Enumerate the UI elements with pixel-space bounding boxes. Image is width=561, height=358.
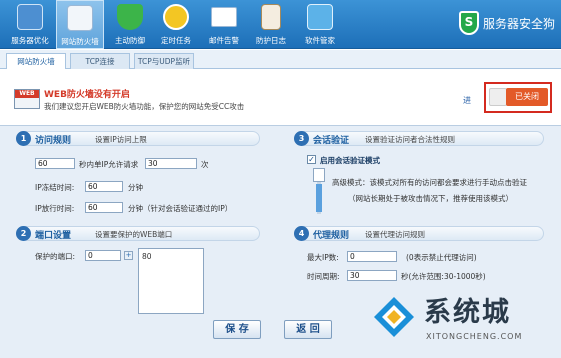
max-ip-label: 最大IP数:: [307, 253, 339, 262]
back-button[interactable]: 返 回: [284, 320, 332, 339]
toolbar-active-defense[interactable]: 主动防御: [106, 0, 154, 49]
mode-slider-level: [316, 184, 322, 212]
toolbar-software-manager[interactable]: 软件管家: [296, 0, 344, 49]
toggle-knob[interactable]: [489, 88, 507, 106]
firewall-toggle-highlight: 已关闭: [484, 82, 552, 113]
website-firewall-icon: [67, 5, 93, 31]
watermark-logo: [374, 297, 414, 337]
protected-port-label: 保护的端口:: [35, 252, 76, 261]
release-time-input[interactable]: [85, 202, 123, 213]
section-port-settings: 2 端口设置 设置要保护的WEB端口: [16, 226, 260, 241]
section-subtitle: 设置代理访问规则: [365, 230, 425, 239]
toolbar-protection-log[interactable]: 防护日志: [247, 0, 295, 49]
add-port-button[interactable]: +: [124, 251, 133, 260]
firewall-toggle-button[interactable]: 已关闭: [506, 88, 548, 106]
protected-port-input[interactable]: [85, 250, 121, 261]
port-list[interactable]: 80: [138, 248, 204, 314]
mail-alert-icon: [211, 7, 237, 27]
section-title: 代理规则: [313, 231, 350, 241]
freeze-time-unit: 分钟: [128, 183, 143, 192]
brand-name: 服务器安全狗: [482, 16, 555, 31]
tab-website-firewall[interactable]: 网站防火墙: [6, 53, 66, 69]
freeze-time-label: IP冻结时间:: [35, 183, 75, 192]
firewall-off-description: 我们建议您开启WEB防火墙功能，保护您的网站免受CC攻击: [44, 102, 245, 111]
max-requests-input[interactable]: [145, 158, 197, 169]
freeze-time-input[interactable]: [85, 181, 123, 192]
web-warning-icon: WEB: [14, 89, 40, 109]
shield-icon: S: [458, 11, 479, 35]
section-title: 端口设置: [35, 231, 72, 241]
sub-tab-bar: 网站防火墙 TCP连接 TCP与UDP监听: [0, 50, 561, 69]
section-subtitle: 设置验证访问者合法性规则: [365, 135, 455, 144]
clock-icon: [163, 4, 189, 30]
max-ip-input[interactable]: [347, 251, 397, 262]
section-title: 会话验证: [313, 136, 350, 146]
port-list-item[interactable]: 80: [142, 252, 200, 261]
mode-slider-handle[interactable]: [313, 168, 325, 182]
toolbar-server-optimize[interactable]: 服务器优化: [6, 0, 54, 49]
period-label: 时间周期:: [307, 272, 340, 281]
release-time-unit: 分钟（针对会话验证通过的IP）: [128, 204, 233, 213]
release-time-label: IP放行时间:: [35, 204, 75, 213]
mode-note: （网站长期处于被攻击情况下，推荐使用该模式）: [348, 194, 513, 203]
section-subtitle: 设置要保护的WEB端口: [95, 230, 173, 239]
watermark-text: 系统城: [424, 297, 511, 328]
section-title: 访问规则: [35, 136, 72, 146]
toolbar-website-firewall[interactable]: 网站防火墙: [56, 0, 104, 49]
section-session-verify: 3 会话验证 设置验证访问者合法性规则: [294, 131, 544, 146]
seconds-window-input[interactable]: [35, 158, 75, 169]
section-access-rules: 1 访问规则 设置IP访问上限: [16, 131, 260, 146]
toolbar-mail-alert[interactable]: 邮件告警: [200, 0, 248, 49]
section-number: 2: [16, 226, 31, 241]
main-toolbar: 服务器优化 网站防火墙 主动防御 定时任务 邮件告警 防护日志 软件管家 S 服…: [0, 0, 561, 49]
enable-session-checkbox[interactable]: ✓: [307, 155, 316, 164]
save-button[interactable]: 保 存: [213, 320, 261, 339]
mode-description: 高级模式：该模式对所有的访问都会要求进行手动点击验证: [332, 178, 527, 187]
section-number: 4: [294, 226, 309, 241]
tab-tcp-connections[interactable]: TCP连接: [70, 53, 130, 69]
log-icon: [261, 4, 281, 30]
seconds-window-label: 秒内单IP允许请求: [79, 160, 139, 169]
server-optimize-icon: [17, 4, 43, 30]
toolbar-scheduled-tasks[interactable]: 定时任务: [152, 0, 200, 49]
period-note: 秒(允许范围:30-1000秒): [401, 272, 486, 281]
active-defense-icon: [117, 4, 143, 30]
tab-tcp-udp-listen[interactable]: TCP与UDP监听: [134, 53, 194, 69]
watermark-url: XITONGCHENG.COM: [426, 332, 523, 341]
enable-session-label: 启用会话验证模式: [320, 156, 380, 165]
firewall-off-title: WEB防火墙没有开启: [44, 90, 130, 100]
section-subtitle: 设置IP访问上限: [95, 135, 147, 144]
max-requests-unit: 次: [201, 160, 209, 169]
brand-logo: S 服务器安全狗: [458, 11, 555, 35]
software-manager-icon: [307, 4, 333, 30]
section-number: 1: [16, 131, 31, 146]
section-proxy-rules: 4 代理规则 设置代理访问规则: [294, 226, 544, 241]
period-input[interactable]: [347, 270, 397, 281]
enter-link[interactable]: 进: [463, 95, 471, 106]
max-ip-note: (0表示禁止代理访问): [406, 253, 477, 262]
section-number: 3: [294, 131, 309, 146]
